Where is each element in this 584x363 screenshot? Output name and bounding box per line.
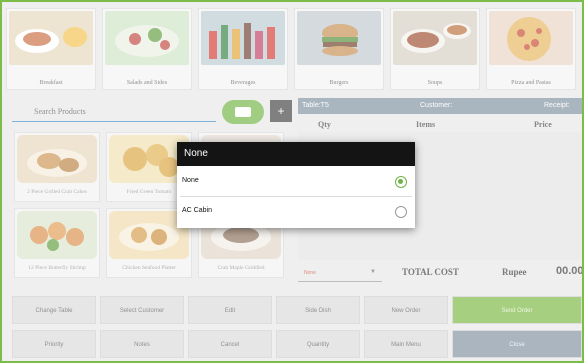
dialog-title: None xyxy=(177,142,415,166)
option-label: None xyxy=(182,177,199,184)
order-type-dialog: None None AC Cabin xyxy=(177,142,415,228)
radio-unselected-icon[interactable] xyxy=(395,206,407,218)
pos-app: Breakfast Salads and Sides Beverages Bur… xyxy=(0,0,584,363)
option-label: AC Cabin xyxy=(182,207,212,214)
radio-selected-icon[interactable] xyxy=(395,176,407,188)
dialog-option-none[interactable]: None xyxy=(177,168,415,196)
dialog-option-ac-cabin[interactable]: AC Cabin xyxy=(177,198,415,226)
option-divider xyxy=(180,196,412,197)
